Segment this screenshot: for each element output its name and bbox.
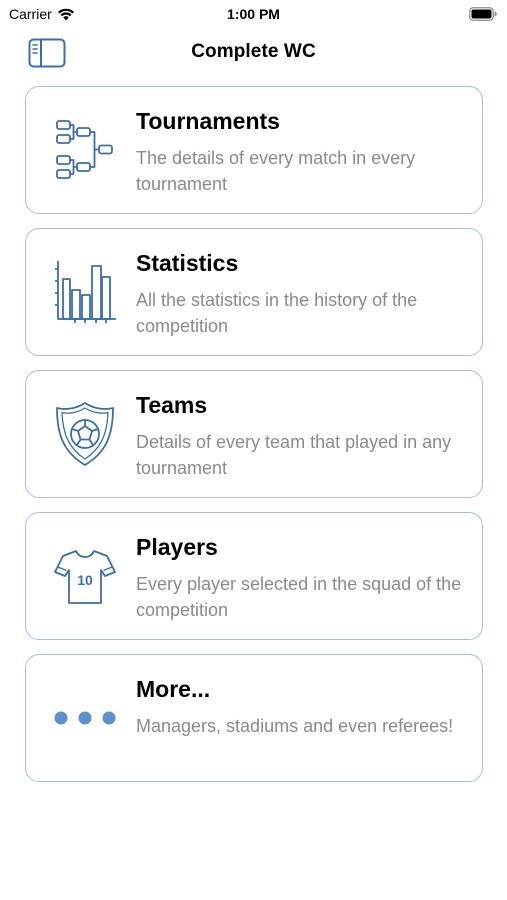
- players-card[interactable]: 10 Players Every player selected in the …: [25, 512, 483, 640]
- more-card[interactable]: More... Managers, stadiums and even refe…: [25, 654, 483, 782]
- status-bar: Carrier 1:00 PM: [0, 0, 507, 28]
- bar-chart-icon: [52, 257, 118, 327]
- card-description: Details of every team that played in any…: [136, 432, 452, 478]
- card-description: All the statistics in the history of the…: [136, 290, 418, 336]
- card-description: Managers, stadiums and even referees!: [136, 716, 454, 736]
- more-dots-icon: [52, 683, 118, 753]
- battery-icon: [469, 7, 497, 21]
- menu-card-list: Tournaments The details of every match i…: [25, 86, 483, 796]
- shield-icon: [52, 399, 118, 469]
- card-title: More...: [136, 676, 211, 702]
- jersey-icon: 10: [52, 541, 118, 611]
- bracket-icon: [52, 115, 118, 185]
- statistics-card[interactable]: Statistics All the statistics in the his…: [25, 228, 483, 356]
- jersey-number: 10: [77, 572, 93, 588]
- teams-card[interactable]: Teams Details of every team that played …: [25, 370, 483, 498]
- card-description: Every player selected in the squad of th…: [136, 574, 462, 620]
- status-time: 1:00 PM: [227, 6, 280, 22]
- page-title: Complete WC: [191, 41, 316, 62]
- card-title: Statistics: [136, 250, 239, 276]
- card-description: The details of every match in every tour…: [136, 148, 416, 194]
- card-title: Players: [136, 534, 218, 560]
- card-title: Tournaments: [136, 108, 280, 134]
- card-title: Teams: [136, 392, 208, 418]
- tournaments-card[interactable]: Tournaments The details of every match i…: [25, 86, 483, 214]
- navigation-bar: Complete WC: [0, 28, 507, 76]
